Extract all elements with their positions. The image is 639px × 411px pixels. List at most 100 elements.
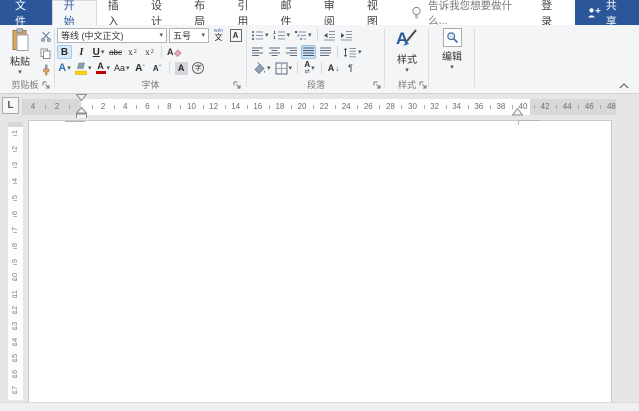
character-border-icon: A [229, 29, 242, 42]
character-border-button[interactable]: A [228, 29, 243, 43]
align-right-button[interactable] [284, 45, 299, 59]
ruler-tick [335, 105, 337, 109]
ruler-number: 48 [606, 102, 616, 111]
underline-button[interactable]: U ▾ [91, 45, 106, 59]
first-line-indent-marker[interactable] [76, 94, 87, 101]
subscript-button[interactable]: x2 [125, 45, 140, 59]
collapse-ribbon-button[interactable] [619, 83, 629, 89]
font-size-combobox[interactable]: 五号 ▾ [169, 28, 209, 43]
ruler-tick [45, 105, 46, 109]
decrease-indent-button[interactable] [322, 28, 337, 42]
right-indent-marker[interactable] [512, 108, 523, 116]
ruler-number: 32 [430, 102, 440, 111]
strikethrough-button[interactable]: abc [108, 45, 123, 59]
ruler-number: 14 [231, 102, 241, 111]
superscript-button[interactable]: x2 [142, 45, 157, 59]
sort-button[interactable]: A ↓ [326, 61, 341, 75]
bottom-scroll-area[interactable] [0, 402, 639, 411]
character-shading-button[interactable]: A [174, 61, 189, 75]
sign-in-button[interactable]: 登录 [529, 0, 575, 28]
tell-me-text: 告诉我您想要做什么... [428, 0, 513, 27]
enclose-characters-button[interactable]: 字 [191, 61, 206, 75]
text-effects-icon: A [58, 62, 67, 74]
horizontal-ruler[interactable]: 2 4 6 8 10 12 14 16 18 20 22 24 26 28 30 32 34 36 38 40 42 44… [22, 99, 616, 115]
bullets-button[interactable]: ▾ [250, 28, 270, 42]
tab-引用[interactable]: 引用 [226, 0, 269, 28]
paragraph-dialog-launcher-icon[interactable] [373, 81, 382, 90]
tell-me-box[interactable]: 告诉我您想要做什么... [411, 0, 529, 27]
line-spacing-button[interactable]: ▾ [342, 45, 363, 59]
character-shading-icon: A [174, 61, 188, 75]
tab-插入[interactable]: 插入 [97, 0, 140, 28]
enclose-characters-icon: 字 [192, 62, 205, 74]
clipboard-dialog-launcher-icon[interactable] [42, 81, 51, 90]
ruler-tick [489, 105, 491, 109]
tab-file[interactable]: 文件 [0, 0, 52, 28]
group-separator [428, 29, 429, 87]
increase-indent-button[interactable] [339, 28, 354, 42]
ribbon-tab-bar: 文件 开始 插入 设计 布局 引用 邮件 审阅 视图 告诉我您想要做什么... 登录 共享 [0, 0, 639, 28]
bold-button[interactable]: B [57, 45, 72, 59]
asian-layout-button[interactable]: A ⇄ ▾ [302, 61, 317, 76]
borders-button[interactable]: ▾ [274, 61, 294, 75]
share-button[interactable]: 共享 [574, 0, 639, 28]
pilcrow-icon: ¶ [348, 63, 353, 73]
tab-stop-selector[interactable]: L [2, 97, 19, 114]
ruler-tick [268, 105, 270, 109]
align-center-button[interactable] [267, 45, 282, 59]
paste-button[interactable]: 粘贴 ▾ [2, 28, 38, 76]
tab-布局[interactable]: 布局 [183, 0, 226, 28]
document-page[interactable] [28, 120, 612, 403]
format-painter-icon [42, 64, 49, 76]
font-size-value: 五号 [173, 31, 192, 41]
tab-视图[interactable]: 视图 [356, 0, 399, 28]
group-paragraph: ▾ ▾ ▾ ▾ ▾ ▾ A ⇄ ▾ A ↓ ¶ 段落 [248, 25, 384, 93]
ruler-tick [69, 105, 70, 109]
italic-button[interactable]: I [74, 45, 89, 59]
cut-button[interactable] [38, 29, 53, 43]
shrink-font-button[interactable]: Aˇ [150, 61, 165, 75]
font-name-combobox[interactable]: 等线 (中文正文) ▾ [57, 28, 167, 43]
ruler-row: L 2 4 6 8 10 12 14 16 18 20 22 24 26 28 30 32 34 36 38 40 42… [0, 94, 639, 122]
font-color-button[interactable]: A ▾ [95, 61, 112, 75]
tab-设计[interactable]: 设计 [140, 0, 183, 28]
text-highlight-button[interactable]: ▾ [74, 61, 93, 75]
borders-grid-icon [275, 62, 288, 74]
tab-开始[interactable]: 开始 [51, 0, 97, 28]
grow-font-button[interactable]: Aˆ [133, 61, 148, 75]
lightbulb-icon [411, 6, 422, 20]
paste-clipboard-icon [10, 28, 31, 52]
justify-button[interactable] [301, 45, 316, 59]
editing-button[interactable]: 编辑 ▾ [434, 28, 470, 71]
scissors-icon [40, 31, 51, 42]
vertical-ruler[interactable]: 1 2 3 4 5 6 7 8 9 10 11 12 13 14 15 16 17 [8, 122, 23, 400]
ruler-number: 38 [496, 102, 506, 111]
multilevel-list-button[interactable]: ▾ [293, 28, 313, 42]
multilevel-list-icon [295, 30, 307, 40]
ruler-tick [357, 105, 359, 109]
shading-button[interactable]: ▾ [252, 61, 272, 75]
align-left-button[interactable] [250, 45, 265, 59]
numbering-button[interactable]: ▾ [272, 28, 292, 42]
font-group-label: 字体 [141, 80, 160, 90]
distribute-icon [320, 47, 331, 57]
text-effects-button[interactable]: A ▾ [57, 61, 72, 75]
phonetic-guide-button[interactable]: wén 文 [211, 29, 226, 43]
font-dialog-launcher-icon[interactable] [233, 81, 242, 90]
ruler-tick [467, 105, 469, 109]
show-hide-marks-button[interactable]: ¶ [343, 61, 358, 75]
copy-button[interactable] [38, 46, 53, 60]
distribute-button[interactable] [318, 45, 333, 59]
document-area: 1 2 3 4 5 6 7 8 9 10 11 12 13 14 15 16 17 [0, 118, 639, 411]
tab-审阅[interactable]: 审阅 [313, 0, 356, 28]
styles-dialog-launcher-icon[interactable] [419, 81, 428, 90]
ruler-tick [290, 105, 292, 109]
ruler-tick [136, 105, 138, 109]
change-case-button[interactable]: Aa ▾ [113, 61, 131, 75]
styles-button-label: 样式 [397, 55, 417, 66]
format-painter-button[interactable] [38, 63, 53, 77]
tab-邮件[interactable]: 邮件 [270, 0, 313, 28]
clear-formatting-button[interactable]: A [166, 45, 183, 59]
vertical-ruler-tick [13, 215, 17, 217]
styles-button[interactable]: A 样式 ▾ [389, 28, 425, 74]
